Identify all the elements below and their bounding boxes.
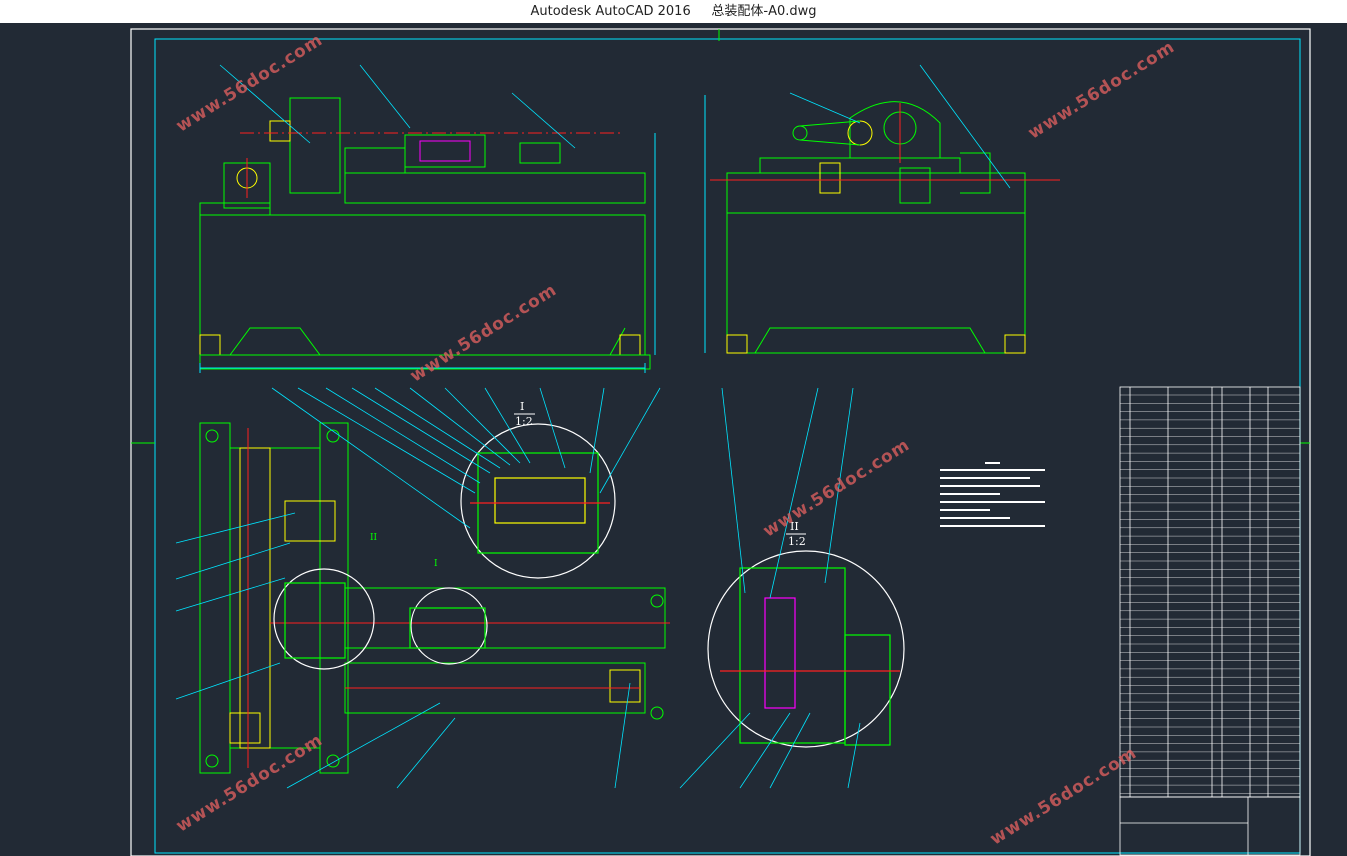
detail-I-scale: 1:2	[515, 415, 533, 428]
app-title: Autodesk AutoCAD 2016	[530, 4, 691, 19]
parts-list-rows	[1120, 394, 1300, 794]
drawing-canvas[interactable]: I 1:2 II 1:2 I II www.56doc.com www.56do…	[0, 23, 1347, 856]
plan-view[interactable]	[199, 422, 670, 774]
leader-label-II: II	[370, 533, 378, 543]
parts-list[interactable]	[1119, 386, 1301, 856]
technical-notes	[940, 462, 1045, 527]
detail-labels: I 1:2 II 1:2 I II	[370, 400, 806, 569]
cad-drawing[interactable]: I 1:2 II 1:2 I II	[0, 23, 1347, 856]
sheet-frame	[130, 28, 1311, 856]
leader-label-I: I	[434, 559, 438, 569]
side-view[interactable]	[704, 95, 1060, 354]
detail-II-scale: 1:2	[788, 535, 806, 548]
window-titlebar: Autodesk AutoCAD 2016 总装配体-A0.dwg	[0, 0, 1347, 23]
detail-circles[interactable]	[273, 423, 905, 748]
detail-I-label: I	[520, 400, 524, 413]
file-title: 总装配体-A0.dwg	[711, 4, 817, 19]
front-view[interactable]	[199, 97, 656, 373]
